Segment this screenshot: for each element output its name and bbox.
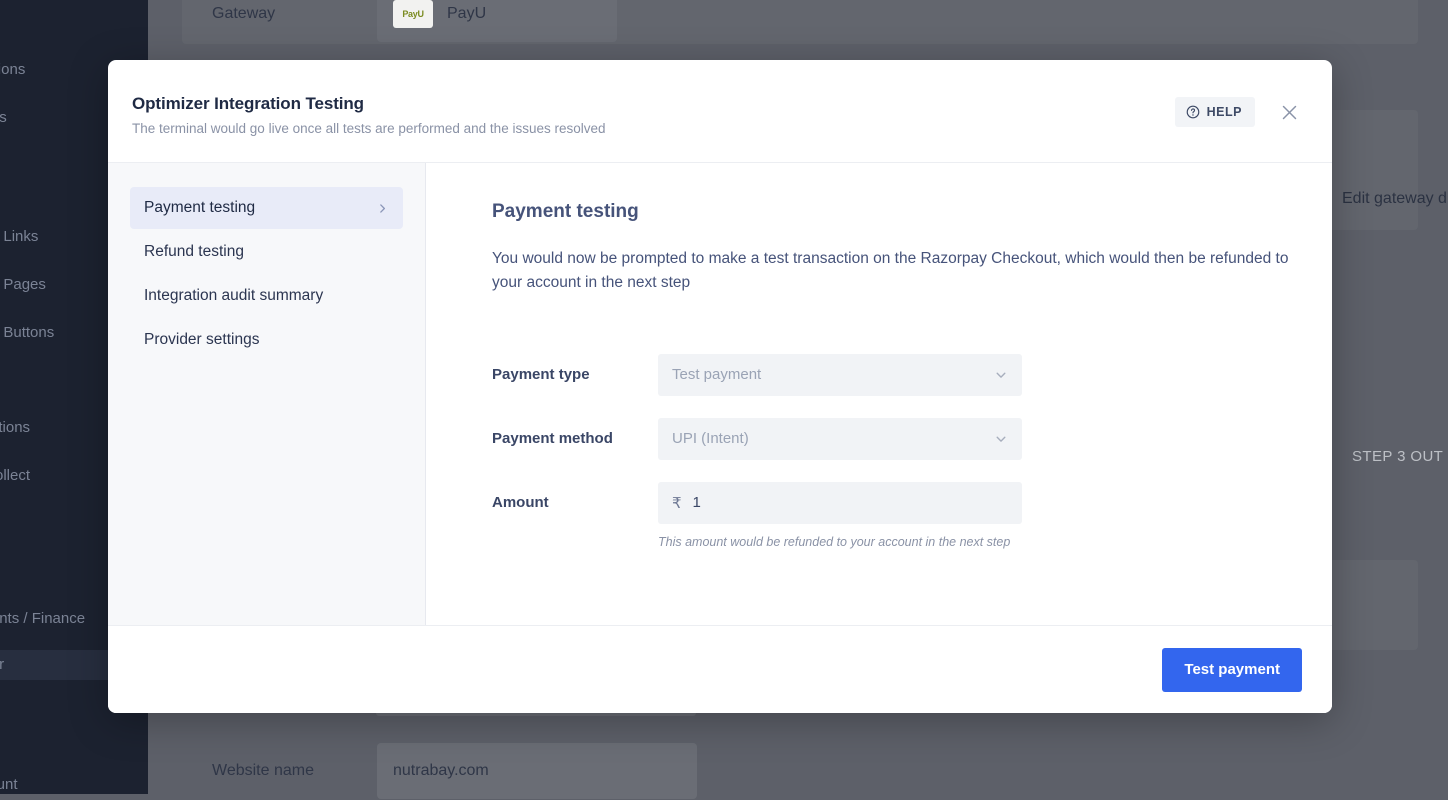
payment-type-value: Test payment [672,366,994,383]
payment-method-row: Payment method UPI (Intent) [492,418,1332,460]
help-button[interactable]: HELP [1175,97,1255,127]
modal-nav-item-label: Integration audit summary [144,287,389,305]
gateway-value: PayU [447,5,486,23]
modal-footer: Test payment [108,625,1332,713]
modal-header-actions: HELP [1175,97,1302,127]
payment-type-control: Test payment [658,354,1022,396]
website-name-row: Website name nutrabay.com [212,743,697,799]
close-icon [1279,102,1300,123]
amount-row: Amount ₹ 1 This amount would be refunded… [492,482,1332,549]
gateway-row: Gateway PayU PayU [212,0,617,42]
gateway-label: Gateway [212,5,377,23]
step-indicator: STEP 3 OUT [1352,448,1443,465]
modal-nav-item[interactable]: Integration audit summary [130,275,403,317]
modal-nav-item[interactable]: Refund testing [130,231,403,273]
payment-method-select[interactable]: UPI (Intent) [658,418,1022,460]
close-button[interactable] [1277,100,1302,125]
app-sidebar-item-label: My Account [0,770,148,800]
amount-help-text: This amount would be refunded to your ac… [658,535,1022,549]
modal-subtitle: The terminal would go live once all test… [132,121,1175,136]
amount-label: Amount [492,482,658,511]
modal-title: Optimizer Integration Testing [132,94,1175,114]
website-name-field: nutrabay.com [377,743,697,799]
website-name-value: nutrabay.com [393,762,489,780]
question-circle-icon [1186,105,1200,119]
modal-sidebar-nav: Payment testing Refund testing Integration… [108,163,426,625]
help-button-label: HELP [1207,105,1242,119]
modal-nav-item-label: Payment testing [144,199,376,217]
modal-nav-item-label: Provider settings [144,331,389,349]
amount-value: 1 [693,494,701,511]
chevron-down-icon [994,368,1008,382]
modal-nav-item[interactable]: Provider settings [130,319,403,361]
section-description: You would now be prompted to make a test… [492,247,1292,296]
payment-method-label: Payment method [492,418,658,447]
payment-type-row: Payment type Test payment [492,354,1332,396]
modal-title-block: Optimizer Integration Testing The termin… [132,94,1175,136]
edit-gateway-link[interactable]: Edit gateway d [1342,190,1447,208]
amount-control: ₹ 1 This amount would be refunded to you… [658,482,1022,549]
chevron-down-icon [994,432,1008,446]
modal-body: Payment testing Refund testing Integration… [108,163,1332,625]
amount-input[interactable]: ₹ 1 [658,482,1022,524]
modal-header: Optimizer Integration Testing The termin… [108,60,1332,163]
rupee-currency-icon: ₹ [672,494,682,512]
modal-nav-item-label: Refund testing [144,243,389,261]
gateway-value-field: PayU PayU [377,0,617,42]
website-name-label: Website name [212,762,377,780]
chevron-right-icon [376,202,389,215]
modal-nav-item[interactable]: Payment testing [130,187,403,229]
payment-method-control: UPI (Intent) [658,418,1022,460]
payu-logo-text: PayU [402,9,423,19]
app-sidebar-item[interactable]: My Account [0,770,148,800]
payment-type-label: Payment type [492,354,658,383]
section-title: Payment testing [492,201,1332,223]
integration-testing-modal: Optimizer Integration Testing The termin… [108,60,1332,713]
payment-type-select[interactable]: Test payment [658,354,1022,396]
test-payment-button[interactable]: Test payment [1162,648,1302,692]
modal-main-panel: Payment testing You would now be prompte… [426,163,1332,625]
payu-logo-icon: PayU [393,0,433,28]
payment-method-value: UPI (Intent) [672,430,994,447]
